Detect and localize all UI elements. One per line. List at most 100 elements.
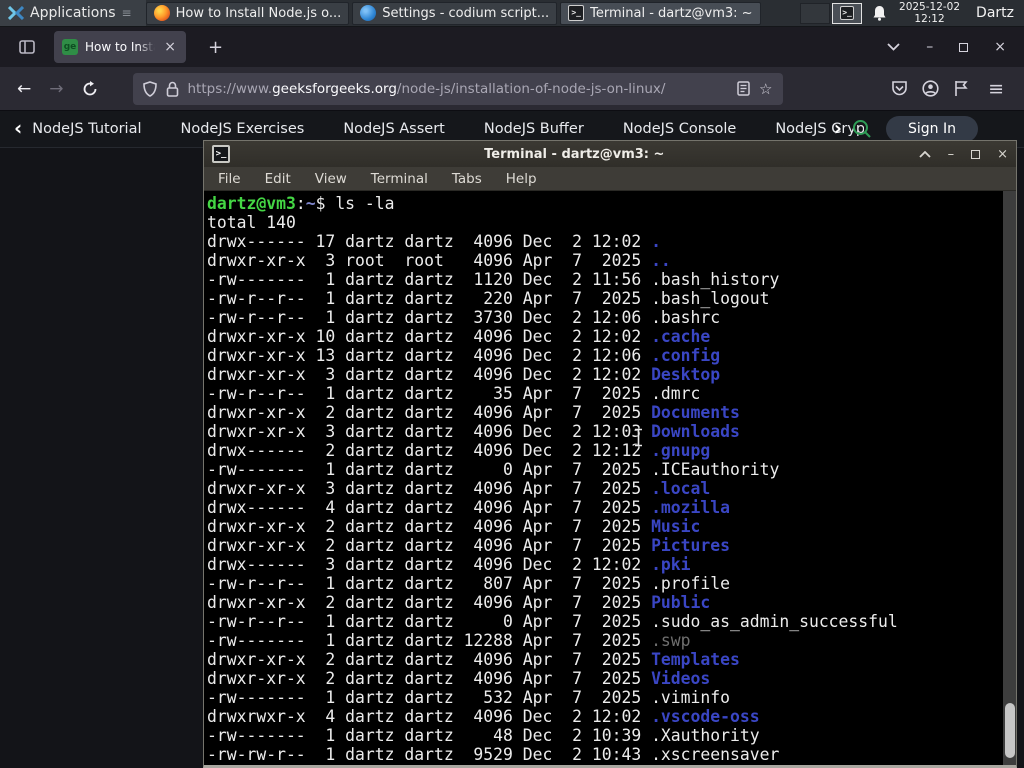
- clock-date: 2025-12-02: [899, 1, 961, 13]
- terminal-menubar: File Edit View Terminal Tabs Help: [204, 167, 1016, 191]
- hamburger-menu-icon[interactable]: ≡: [982, 78, 1010, 100]
- taskbar-item[interactable]: How to Install Node.js o...: [145, 1, 350, 25]
- file-name: .vscode-oss: [651, 707, 760, 726]
- nav-link[interactable]: NodeJS Crypto: [775, 121, 863, 137]
- url-path: /node-js/installation-of-node-js-on-linu…: [396, 80, 666, 97]
- workspace-switcher[interactable]: >_: [800, 2, 863, 24]
- search-icon[interactable]: [852, 119, 872, 139]
- taskbar-item[interactable]: >_ Terminal - dartz@vm3: ~: [560, 1, 761, 25]
- file-name: .local: [651, 479, 711, 498]
- browser-maximize-button[interactable]: [959, 42, 969, 52]
- ls-row: drwxr-xr-x 3 dartz dartz 4096 Apr 7 2025…: [207, 479, 711, 498]
- terminal-output: drwx------ 17 dartz dartz 4096 Dec 2 12:…: [207, 232, 1000, 764]
- taskbar-item-label: How to Install Node.js o...: [175, 5, 342, 21]
- terminal-shade-button[interactable]: [918, 150, 931, 158]
- browser-tab[interactable]: ge How to Install Node.js on ×: [54, 31, 186, 63]
- url-domain: geeksforgeeks.org: [272, 80, 397, 97]
- ls-row: -rw------- 1 dartz dartz 0 Apr 7 2025 .I…: [207, 460, 780, 479]
- terminal-scrollbar-thumb[interactable]: [1004, 703, 1015, 758]
- url-bar[interactable]: https://www.geeksforgeeks.org/node-js/in…: [132, 72, 783, 105]
- pocket-icon[interactable]: [891, 80, 908, 97]
- ls-row: drwxr-xr-x 13 dartz dartz 4096 Dec 2 12:…: [207, 346, 721, 365]
- workspace-2-active[interactable]: >_: [832, 2, 863, 24]
- taskbar-item[interactable]: Settings - codium script...: [352, 1, 558, 25]
- file-name: .: [651, 232, 661, 251]
- taskbar: How to Install Node.js o... Settings - co…: [145, 0, 790, 26]
- browser-close-button[interactable]: ×: [994, 39, 1006, 55]
- menu-tabs[interactable]: Tabs: [452, 171, 482, 187]
- back-button[interactable]: ←: [8, 75, 40, 103]
- file-name: Music: [651, 517, 701, 536]
- menu-edit[interactable]: Edit: [265, 171, 291, 187]
- file-name: .bashrc: [651, 308, 721, 327]
- codium-icon: [360, 5, 377, 21]
- taskbar-item-label: Terminal - dartz@vm3: ~: [590, 5, 753, 21]
- ls-row: drwxr-xr-x 10 dartz dartz 4096 Dec 2 12:…: [207, 327, 711, 346]
- notification-bell-icon[interactable]: [872, 5, 887, 21]
- prompt-user-host: dartz@vm3: [207, 194, 296, 213]
- ls-row: drwxr-xr-x 3 dartz dartz 4096 Dec 2 12:0…: [207, 422, 740, 441]
- terminal-titlebar[interactable]: >_ Terminal - dartz@vm3: ~ – ×: [204, 141, 1016, 167]
- ls-row: -rw------- 1 dartz dartz 532 Apr 7 2025 …: [207, 688, 731, 707]
- shield-icon[interactable]: [142, 80, 157, 97]
- nav-link[interactable]: NodeJS Buffer: [484, 121, 584, 137]
- menu-terminal[interactable]: Terminal: [371, 171, 428, 187]
- reload-button[interactable]: [73, 77, 107, 101]
- file-name: .cache: [651, 327, 711, 346]
- extensions-flag-icon[interactable]: [953, 80, 968, 97]
- panel-username[interactable]: Dartz: [976, 5, 1014, 21]
- list-tabs-chevron-icon[interactable]: [887, 43, 900, 51]
- nav-link[interactable]: NodeJS Assert: [343, 121, 445, 137]
- bookmark-star-icon[interactable]: ☆: [759, 80, 772, 98]
- ls-row: -rw-r--r-- 1 dartz dartz 35 Apr 7 2025 .…: [207, 384, 701, 403]
- file-name: Public: [651, 593, 711, 612]
- nav-link[interactable]: NodeJS Exercises: [181, 121, 305, 137]
- nav-scroll-right-icon[interactable]: ›: [834, 116, 848, 143]
- account-icon[interactable]: [922, 80, 939, 97]
- ls-row: -rw-rw-r-- 1 dartz dartz 9529 Dec 2 10:4…: [207, 745, 780, 764]
- menu-file[interactable]: File: [218, 171, 241, 187]
- workspace-1[interactable]: [800, 2, 831, 24]
- lock-icon[interactable]: [166, 81, 179, 97]
- file-name: Downloads: [651, 422, 740, 441]
- panel-clock[interactable]: 2025-12-02 12:12: [899, 1, 960, 25]
- file-name: Documents: [651, 403, 740, 422]
- terminal-icon: >_: [212, 145, 230, 163]
- firefox-icon: [153, 5, 170, 21]
- sign-in-button[interactable]: Sign In: [886, 116, 978, 142]
- ls-row: drwxr-xr-x 2 dartz dartz 4096 Apr 7 2025…: [207, 669, 711, 688]
- nav-scroll-left-icon[interactable]: ‹: [0, 116, 32, 143]
- terminal-prompt-line: dartz@vm3:~$ ls -la: [207, 194, 395, 213]
- menu-help[interactable]: Help: [506, 171, 537, 187]
- terminal-window: >_ Terminal - dartz@vm3: ~ – × File Edit V…: [203, 140, 1017, 768]
- terminal-title: Terminal - dartz@vm3: ~: [484, 146, 665, 162]
- ls-row: -rw------- 1 dartz dartz 12288 Apr 7 202…: [207, 631, 691, 650]
- url-text[interactable]: https://www.geeksforgeeks.org/node-js/in…: [188, 81, 729, 97]
- new-tab-button[interactable]: +: [200, 35, 231, 60]
- file-name: .xscreensaver: [651, 745, 780, 764]
- file-name: .dmrc: [651, 384, 701, 403]
- tab-title: How to Install Node.js on: [85, 40, 155, 54]
- nav-link[interactable]: NodeJS Console: [623, 121, 737, 137]
- applications-icon: [8, 6, 24, 20]
- ls-row: -rw------- 1 dartz dartz 1120 Dec 2 11:5…: [207, 270, 780, 289]
- browser-minimize-button[interactable]: –: [926, 39, 933, 55]
- menu-view[interactable]: View: [315, 171, 347, 187]
- firefox-view-icon[interactable]: [12, 34, 42, 60]
- site-nav-links: NodeJS Tutorial NodeJS Exercises NodeJS As…: [32, 121, 864, 137]
- tab-close-icon[interactable]: ×: [162, 38, 178, 56]
- ls-row: drwxr-xr-x 2 dartz dartz 4096 Apr 7 2025…: [207, 517, 701, 536]
- file-name: .bash_logout: [651, 289, 770, 308]
- terminal-icon: >_: [568, 5, 585, 21]
- reader-view-icon[interactable]: [737, 81, 750, 96]
- file-name: .gnupg: [651, 441, 711, 460]
- terminal-close-button[interactable]: ×: [997, 148, 1008, 161]
- terminal-content[interactable]: dartz@vm3:~$ ls -la total 140 drwx------…: [204, 191, 1016, 765]
- applications-menu-button[interactable]: Applications ≡: [0, 0, 146, 26]
- forward-button[interactable]: →: [40, 75, 72, 103]
- terminal-minimize-button[interactable]: –: [948, 148, 955, 161]
- terminal-scrollbar[interactable]: [1003, 191, 1016, 765]
- nav-link[interactable]: NodeJS Tutorial: [32, 121, 141, 137]
- terminal-maximize-button[interactable]: [971, 149, 981, 159]
- file-name: .bash_history: [651, 270, 780, 289]
